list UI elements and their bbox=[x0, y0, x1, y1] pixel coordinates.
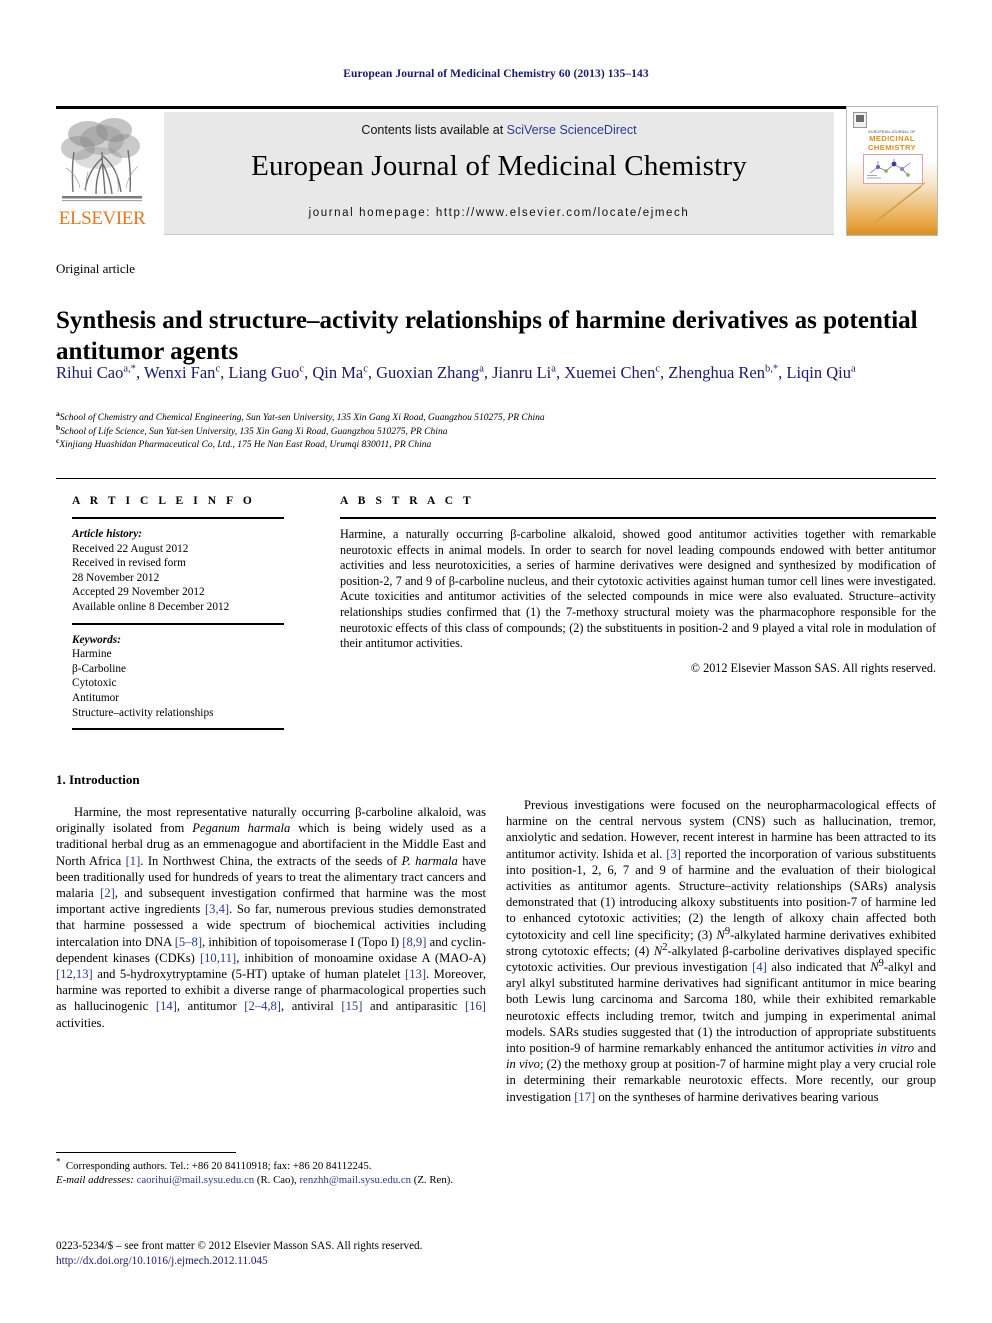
keywords-lines: Harmine β-Carboline Cytotoxic Antitumor Stru… bbox=[72, 647, 284, 720]
journal-band: Contents lists available at SciVerse Sci… bbox=[164, 112, 834, 235]
article-info-rule-mid bbox=[72, 622, 284, 625]
affiliation-list: aSchool of Chemistry and Chemical Engine… bbox=[56, 408, 936, 453]
article-type-label: Original article bbox=[56, 261, 136, 276]
cover-journal-name: MEDICINAL CHEMISTRY bbox=[867, 134, 917, 152]
body-column-left: 1. Introduction Harmine, the most repres… bbox=[56, 772, 486, 1031]
journal-cover-thumbnail[interactable]: EUROPEAN JOURNAL OF MEDICINAL CHEMISTRY bbox=[846, 106, 938, 236]
article-history-block: Article history: Received 22 August 2012… bbox=[72, 527, 284, 615]
elsevier-tree-icon bbox=[61, 118, 142, 202]
keyword-item: Antitumor bbox=[72, 691, 120, 704]
keyword-item: Harmine bbox=[72, 648, 112, 661]
article-history-line: Received in revised form bbox=[72, 557, 186, 570]
footnote-block: * Corresponding authors. Tel.: +86 20 84… bbox=[56, 1156, 486, 1187]
article-info-column: A R T I C L E I N F O Article history: R… bbox=[72, 495, 284, 738]
keywords-label: Keywords: bbox=[72, 633, 121, 646]
abstract-text: Harmine, a naturally occurring β-carboli… bbox=[340, 527, 936, 651]
article-history-line: 28 November 2012 bbox=[72, 571, 160, 584]
sciencedirect-link[interactable]: SciVerse ScienceDirect bbox=[507, 123, 637, 137]
affiliation-item: aSchool of Chemistry and Chemical Engine… bbox=[56, 408, 545, 423]
affiliation-item: bSchool of Life Science, Sun Yat-sen Uni… bbox=[56, 422, 448, 437]
affiliation-marker: a bbox=[56, 408, 60, 418]
affiliation-marker: c bbox=[56, 435, 60, 445]
corresponding-authors-note: * Corresponding authors. Tel.: +86 20 84… bbox=[56, 1156, 372, 1172]
colophon-block: 0223-5234/$ – see front matter © 2012 El… bbox=[56, 1239, 526, 1268]
info-abstract-top-rule bbox=[56, 478, 936, 479]
contents-list-line: Contents lists available at SciVerse Sci… bbox=[164, 123, 834, 137]
masthead-top-rule bbox=[56, 106, 936, 109]
elsevier-logo: ELSEVIER bbox=[56, 112, 148, 234]
contents-prefix: Contents lists available at bbox=[361, 123, 507, 137]
keyword-item: β-Carboline bbox=[72, 662, 127, 675]
section-heading-introduction: 1. Introduction bbox=[56, 772, 140, 787]
issn-copyright-line: 0223-5234/$ – see front matter © 2012 El… bbox=[56, 1240, 423, 1252]
author-list: Rihui Caoa,*, Wenxi Fanc, Liang Guoc, Qi… bbox=[56, 363, 856, 382]
email-addresses-note: E-mail addresses: caorihui@mail.sysu.edu… bbox=[56, 1174, 454, 1186]
article-history-line: Available online 8 December 2012 bbox=[72, 600, 230, 613]
affiliation-item: cXinjiang Huashidan Pharmaceutical Co, L… bbox=[56, 435, 432, 450]
article-page: European Journal of Medicinal Chemistry … bbox=[0, 0, 992, 1323]
elsevier-wordmark: ELSEVIER bbox=[58, 208, 146, 229]
abstract-rule-top bbox=[340, 517, 936, 519]
abstract-copyright: © 2012 Elsevier Masson SAS. All rights r… bbox=[690, 660, 936, 675]
running-head: European Journal of Medicinal Chemistry … bbox=[343, 68, 649, 80]
article-history-line: Received 22 August 2012 bbox=[72, 542, 189, 555]
abstract-heading: A B S T R A C T bbox=[340, 495, 475, 507]
doi-link[interactable]: http://dx.doi.org/10.1016/j.ejmech.2012.… bbox=[56, 1254, 526, 1269]
article-history-label: Article history: bbox=[72, 528, 142, 540]
intro-paragraph-right: Previous investigations were focused on … bbox=[506, 798, 936, 1104]
article-info-heading: A R T I C L E I N F O bbox=[72, 495, 256, 507]
affiliation-marker: b bbox=[56, 422, 61, 432]
keywords-block: Keywords: Harmine β-Carboline Cytotoxic Ant… bbox=[72, 633, 284, 721]
page-title: Synthesis and structure–activity relatio… bbox=[56, 306, 918, 365]
footnote-separator-rule bbox=[56, 1152, 236, 1153]
journal-title: European Journal of Medicinal Chemistry bbox=[251, 150, 747, 182]
article-info-rule-top bbox=[72, 517, 284, 519]
article-info-rule-bottom bbox=[72, 728, 284, 731]
cover-elsevier-icon bbox=[853, 112, 867, 128]
keyword-item: Cytotoxic bbox=[72, 677, 117, 690]
journal-masthead: ELSEVIER Contents lists available at Sci… bbox=[56, 106, 938, 236]
keyword-item: Structure–activity relationships bbox=[72, 706, 214, 719]
abstract-column: A B S T R A C T Harmine, a naturally occ… bbox=[340, 495, 936, 676]
cover-structure-figure bbox=[863, 154, 923, 184]
body-column-right: Previous investigations were focused on … bbox=[506, 797, 936, 1105]
article-history-lines: Received 22 August 2012 Received in revis… bbox=[72, 542, 284, 615]
article-history-line: Accepted 29 November 2012 bbox=[72, 586, 205, 599]
journal-homepage-link[interactable]: journal homepage: http://www.elsevier.co… bbox=[164, 207, 834, 219]
intro-paragraph-left: Harmine, the most representative natural… bbox=[56, 805, 486, 1030]
